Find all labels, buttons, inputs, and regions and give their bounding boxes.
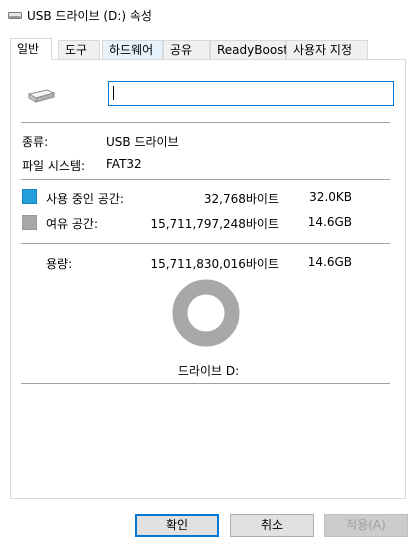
file-system-label: 파일 시스템: xyxy=(22,159,86,173)
ok-button[interactable]: 확인 xyxy=(135,514,219,537)
used-space-bytes: 32,768바이트 xyxy=(203,192,279,206)
tab-general[interactable]: 일반 xyxy=(10,38,52,60)
tab-tools[interactable]: 도구 xyxy=(58,40,100,59)
tab-readyboost[interactable]: ReadyBoost xyxy=(210,40,288,59)
file-system-value: FAT32 xyxy=(106,157,142,171)
drive-label: 드라이브 D: xyxy=(177,364,240,378)
free-space-label: 여유 공간: xyxy=(46,217,99,231)
usb-drive-icon xyxy=(27,89,55,103)
drive-icon xyxy=(8,12,22,19)
tab-customize[interactable]: 사용자 지정 xyxy=(286,40,368,59)
free-space-bytes: 15,711,797,248바이트 xyxy=(150,217,279,231)
title-bar: USB 드라이브 (D:) 속성 xyxy=(0,0,417,30)
type-label: 종류: xyxy=(22,135,49,149)
free-space-size: 14.6GB xyxy=(307,215,352,229)
drive-name-input[interactable] xyxy=(108,81,394,106)
divider-capacity xyxy=(21,243,390,244)
capacity-size: 14.6GB xyxy=(307,255,352,269)
used-space-swatch xyxy=(22,189,37,204)
tab-sharing[interactable]: 공유 xyxy=(163,40,210,59)
divider-bottom xyxy=(21,383,390,384)
text-caret xyxy=(113,86,114,100)
tab-hardware[interactable]: 하드웨어 xyxy=(102,40,163,59)
free-space-ring xyxy=(172,279,240,347)
free-space-swatch xyxy=(22,215,37,230)
divider-top xyxy=(21,122,390,123)
usage-donut-chart xyxy=(172,279,240,347)
cancel-button[interactable]: 취소 xyxy=(230,514,314,537)
capacity-label: 용량: xyxy=(46,257,73,271)
window-title: USB 드라이브 (D:) 속성 xyxy=(27,9,152,23)
capacity-bytes: 15,711,830,016바이트 xyxy=(150,257,279,271)
type-value: USB 드라이브 xyxy=(106,135,179,149)
apply-button[interactable]: 적용(A) xyxy=(324,514,408,537)
divider-middle xyxy=(21,179,390,180)
used-space-size: 32.0KB xyxy=(309,190,352,204)
used-space-label: 사용 중인 공간: xyxy=(46,192,124,206)
